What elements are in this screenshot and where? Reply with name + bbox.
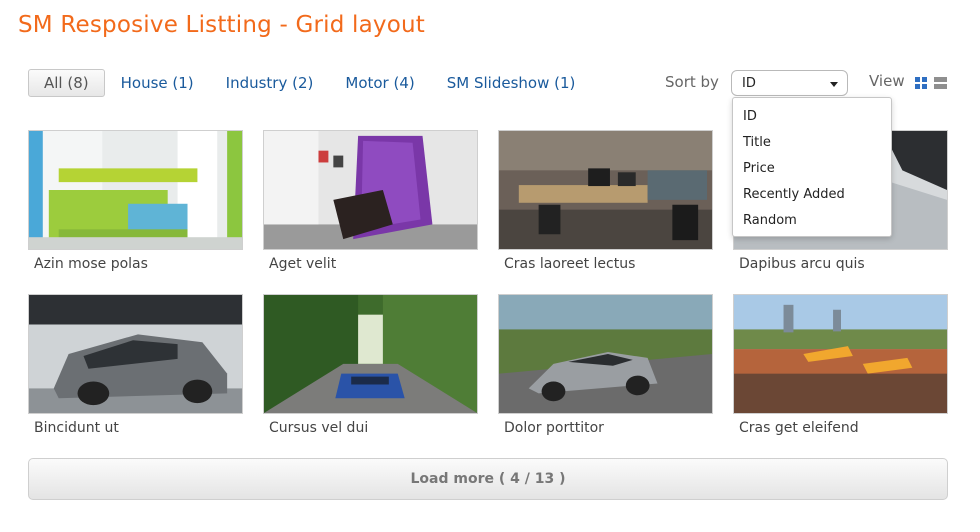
item-title[interactable]: Bincidunt ut (28, 420, 243, 436)
filter-house-link[interactable]: House (1) (121, 74, 194, 92)
item-thumbnail[interactable] (28, 294, 243, 414)
page: SM Resposive Listting - Grid layout All … (0, 0, 980, 532)
sort-label: Sort by (665, 73, 719, 91)
sort-dropdown-menu: ID Title Price Recently Added Random (732, 97, 892, 237)
filter-all-button[interactable]: All (8) (28, 69, 105, 97)
list-view-icon[interactable] (934, 77, 947, 90)
list-item[interactable]: Dolor porttitor (498, 294, 713, 436)
view-label: View (869, 72, 905, 90)
category-filters: All (8) House (1) Industry (2) Motor (4)… (28, 68, 575, 98)
list-item[interactable]: Azin mose polas (28, 130, 243, 272)
caret-down-icon (830, 82, 838, 87)
filter-industry-link[interactable]: Industry (2) (226, 74, 314, 92)
list-item[interactable]: Cras laoreet lectus (498, 130, 713, 272)
sort-option-random[interactable]: Random (733, 208, 891, 234)
sort-option-title[interactable]: Title (733, 130, 891, 156)
item-thumbnail[interactable] (28, 130, 243, 250)
sort-selected-value: ID (742, 75, 756, 91)
item-title[interactable]: Aget velit (263, 256, 478, 272)
item-thumbnail[interactable] (263, 130, 478, 250)
item-title[interactable]: Cras laoreet lectus (498, 256, 713, 272)
sort-option-id[interactable]: ID (733, 104, 891, 130)
grid-view-icon[interactable] (915, 77, 928, 90)
sort-select[interactable]: ID (731, 70, 848, 96)
item-title[interactable]: Azin mose polas (28, 256, 243, 272)
load-more-button[interactable]: Load more ( 4 / 13 ) (28, 458, 948, 500)
list-item[interactable]: Cursus vel dui (263, 294, 478, 436)
item-title[interactable]: Dolor porttitor (498, 420, 713, 436)
item-thumbnail[interactable] (263, 294, 478, 414)
item-title[interactable]: Dapibus arcu quis (733, 256, 948, 272)
sort-option-recently-added[interactable]: Recently Added (733, 182, 891, 208)
list-item[interactable]: Aget velit (263, 130, 478, 272)
item-thumbnail[interactable] (498, 294, 713, 414)
filter-slideshow-link[interactable]: SM Slideshow (1) (447, 74, 576, 92)
item-title[interactable]: Cursus vel dui (263, 420, 478, 436)
sort-option-price[interactable]: Price (733, 156, 891, 182)
list-item[interactable]: Cras get eleifend (733, 294, 948, 436)
item-title[interactable]: Cras get eleifend (733, 420, 948, 436)
page-title: SM Resposive Listting - Grid layout (18, 12, 426, 38)
item-thumbnail[interactable] (733, 294, 948, 414)
filter-motor-link[interactable]: Motor (4) (345, 74, 414, 92)
list-item[interactable]: Bincidunt ut (28, 294, 243, 436)
item-thumbnail[interactable] (498, 130, 713, 250)
